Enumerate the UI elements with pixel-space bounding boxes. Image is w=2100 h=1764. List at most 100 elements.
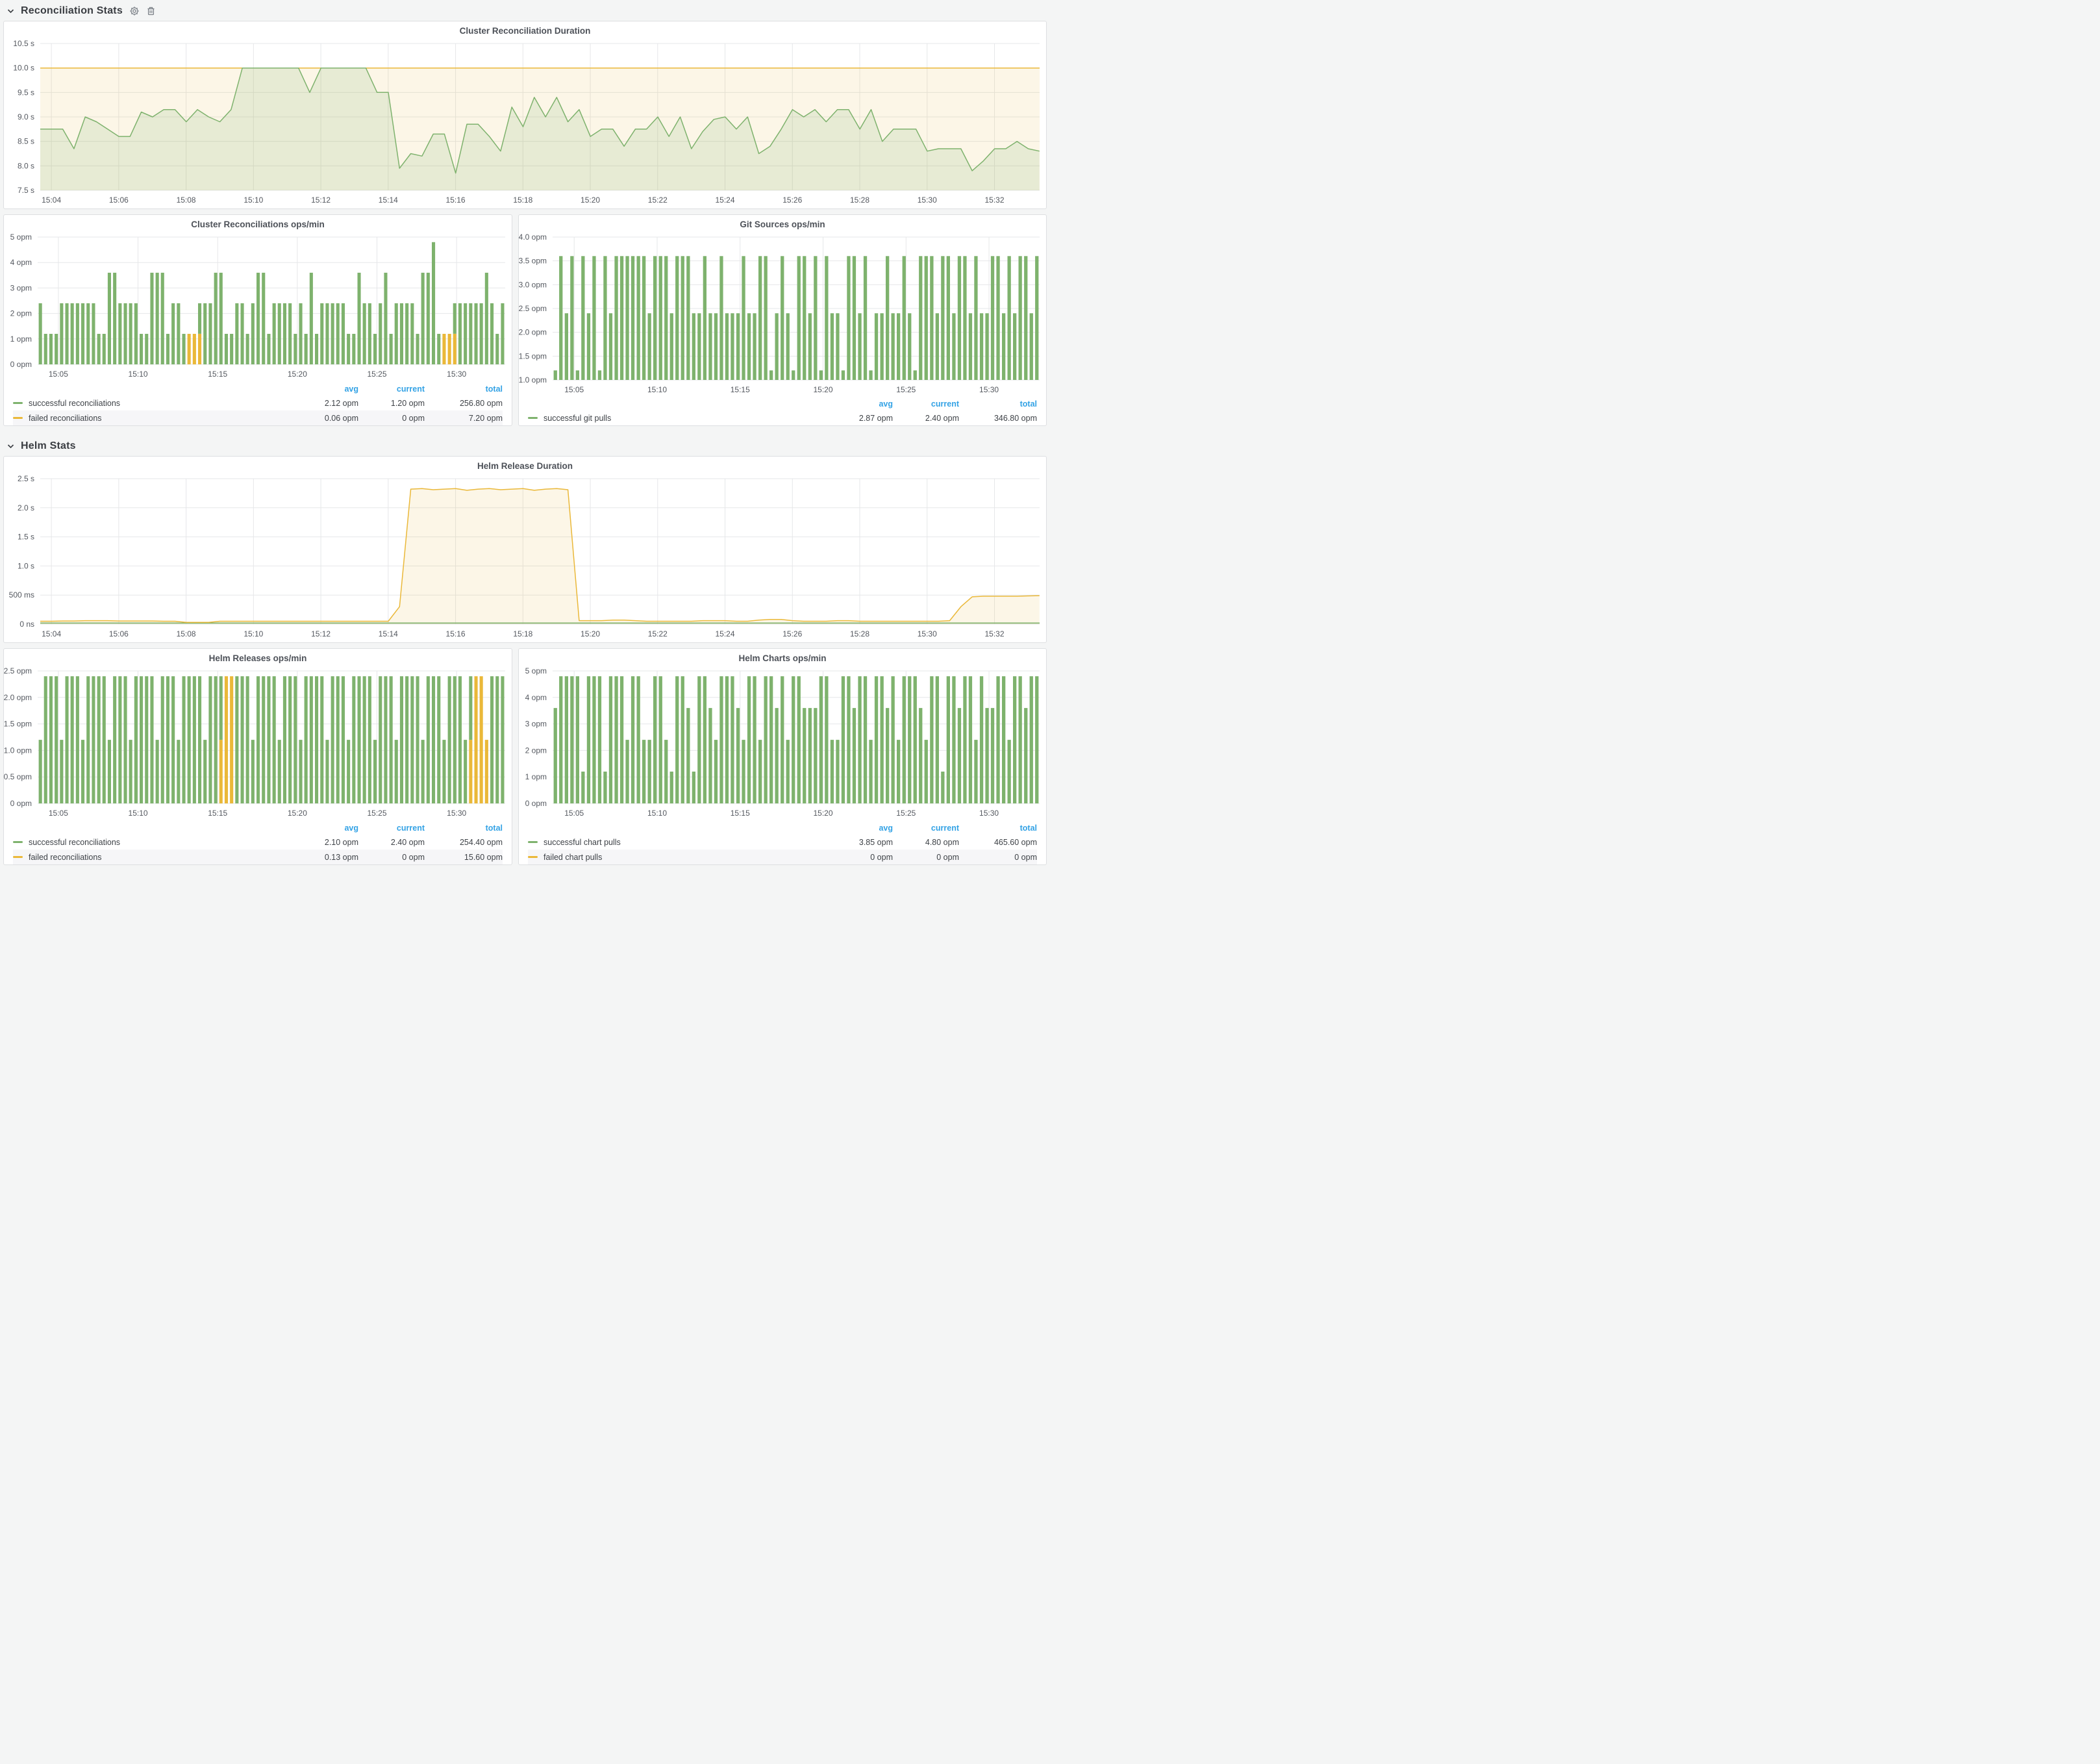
svg-text:15:20: 15:20 <box>581 195 600 205</box>
bar-success <box>1002 313 1005 380</box>
bar-success <box>831 740 834 803</box>
legend-col-avg[interactable]: avg <box>292 384 358 394</box>
section-header-helm-stats[interactable]: Helm Stats <box>3 435 1047 456</box>
trash-icon[interactable] <box>146 6 156 16</box>
legend-row[interactable]: successful reconciliations 2.12 opm 1.20… <box>13 396 503 410</box>
bar-success <box>919 708 922 803</box>
section-title[interactable]: Reconciliation Stats <box>21 5 123 17</box>
svg-text:15:20: 15:20 <box>814 809 833 818</box>
bar-success <box>803 708 806 803</box>
bar-success <box>958 256 961 380</box>
panel-title[interactable]: Git Sources ops/min <box>519 215 1046 232</box>
bar-success <box>731 313 734 380</box>
bar-success <box>140 676 143 803</box>
svg-text:15:14: 15:14 <box>379 195 398 205</box>
legend-col-total[interactable]: total <box>959 824 1037 833</box>
bar-success <box>1019 256 1022 380</box>
bar-success <box>283 676 286 803</box>
bar-success <box>108 740 111 803</box>
bar-success <box>708 313 712 380</box>
bar-success <box>925 256 928 380</box>
bar-success <box>869 740 872 803</box>
bar-success <box>925 740 928 803</box>
legend-header-row: avg current total <box>528 821 1037 835</box>
legend-row[interactable]: successful chart pulls 3.85 opm 4.80 opm… <box>528 835 1037 850</box>
legend-git-sources: avg current total successful git pulls 2… <box>519 396 1046 425</box>
series-total: 465.60 opm <box>959 838 1037 847</box>
bar-failed <box>230 676 233 803</box>
legend-row[interactable]: failed reconciliations 0.13 opm 0 opm 15… <box>13 850 503 864</box>
bar-success <box>219 273 223 364</box>
bar-success <box>188 676 191 803</box>
svg-text:2 opm: 2 opm <box>525 746 547 755</box>
panel-title[interactable]: Helm Releases ops/min <box>4 649 512 666</box>
bar-success <box>358 273 361 364</box>
legend-row[interactable]: failed chart pulls 0 opm 0 opm 0 opm <box>528 850 1037 864</box>
legend-row[interactable]: successful reconciliations 2.10 opm 2.40… <box>13 835 503 850</box>
bar-success <box>648 740 651 803</box>
bar-success <box>219 676 223 740</box>
bar-success <box>49 676 53 803</box>
legend-col-total[interactable]: total <box>959 399 1037 409</box>
panel-title[interactable]: Helm Release Duration <box>4 457 1046 473</box>
bar-success <box>1024 256 1027 380</box>
bar-success <box>897 740 900 803</box>
bar-failed <box>469 740 472 803</box>
legend-col-avg[interactable]: avg <box>292 824 358 833</box>
bar-success <box>299 740 303 803</box>
legend-col-total[interactable]: total <box>425 384 503 394</box>
bar-success <box>614 676 618 803</box>
series-current: 1.20 opm <box>358 399 425 408</box>
bar-success <box>331 676 334 803</box>
svg-text:15:16: 15:16 <box>446 195 466 205</box>
bar-success <box>985 313 988 380</box>
bar-success <box>71 676 74 803</box>
svg-text:15:20: 15:20 <box>288 809 307 818</box>
legend-col-total[interactable]: total <box>425 824 503 833</box>
panel-title[interactable]: Helm Charts ops/min <box>519 649 1046 666</box>
svg-text:15:15: 15:15 <box>208 809 227 818</box>
gear-icon[interactable] <box>129 6 140 16</box>
bar-success <box>225 334 228 364</box>
bar-success <box>182 676 186 803</box>
series-current: 0 opm <box>358 853 425 862</box>
svg-text:15:15: 15:15 <box>731 809 750 818</box>
bar-success <box>842 676 845 803</box>
svg-text:15:20: 15:20 <box>814 385 833 394</box>
legend-col-avg[interactable]: avg <box>827 399 893 409</box>
bar-success <box>947 256 950 380</box>
bar-success <box>642 256 645 380</box>
legend-row[interactable]: failed reconciliations 0.06 opm 0 opm 7.… <box>13 410 503 425</box>
bar-success <box>182 334 186 364</box>
bar-success <box>853 708 856 803</box>
bar-success <box>570 256 573 380</box>
svg-text:15:28: 15:28 <box>850 629 869 638</box>
svg-text:15:06: 15:06 <box>109 629 129 638</box>
panel-title[interactable]: Cluster Reconciliations ops/min <box>4 215 512 232</box>
section-title[interactable]: Helm Stats <box>21 440 76 452</box>
legend-col-current[interactable]: current <box>358 824 425 833</box>
bar-success <box>985 708 988 803</box>
legend-row[interactable]: successful git pulls 2.87 opm 2.40 opm 3… <box>528 410 1037 425</box>
bar-success <box>565 313 568 380</box>
bar-success <box>305 676 308 803</box>
legend-col-current[interactable]: current <box>893 399 959 409</box>
legend-col-avg[interactable]: avg <box>827 824 893 833</box>
bar-success <box>1019 676 1022 803</box>
bar-success <box>448 676 451 803</box>
bar-success <box>347 334 350 364</box>
bar-success <box>405 303 408 364</box>
legend-col-current[interactable]: current <box>358 384 425 394</box>
bar-success <box>892 676 895 803</box>
bar-success <box>747 676 751 803</box>
section-header-reconciliation-stats[interactable]: Reconciliation Stats <box>3 0 1047 21</box>
bar-success <box>278 740 281 803</box>
bar-success <box>697 676 701 803</box>
legend-col-current[interactable]: current <box>893 824 959 833</box>
legend-header-row: avg current total <box>13 821 503 835</box>
bar-success <box>819 676 823 803</box>
bar-success <box>659 676 662 803</box>
panel-title[interactable]: Cluster Reconciliation Duration <box>4 21 1046 38</box>
bar-success <box>731 676 734 803</box>
panel-helm-charts-opm: Helm Charts ops/min 0 opm1 opm2 opm3 opm… <box>518 648 1047 865</box>
